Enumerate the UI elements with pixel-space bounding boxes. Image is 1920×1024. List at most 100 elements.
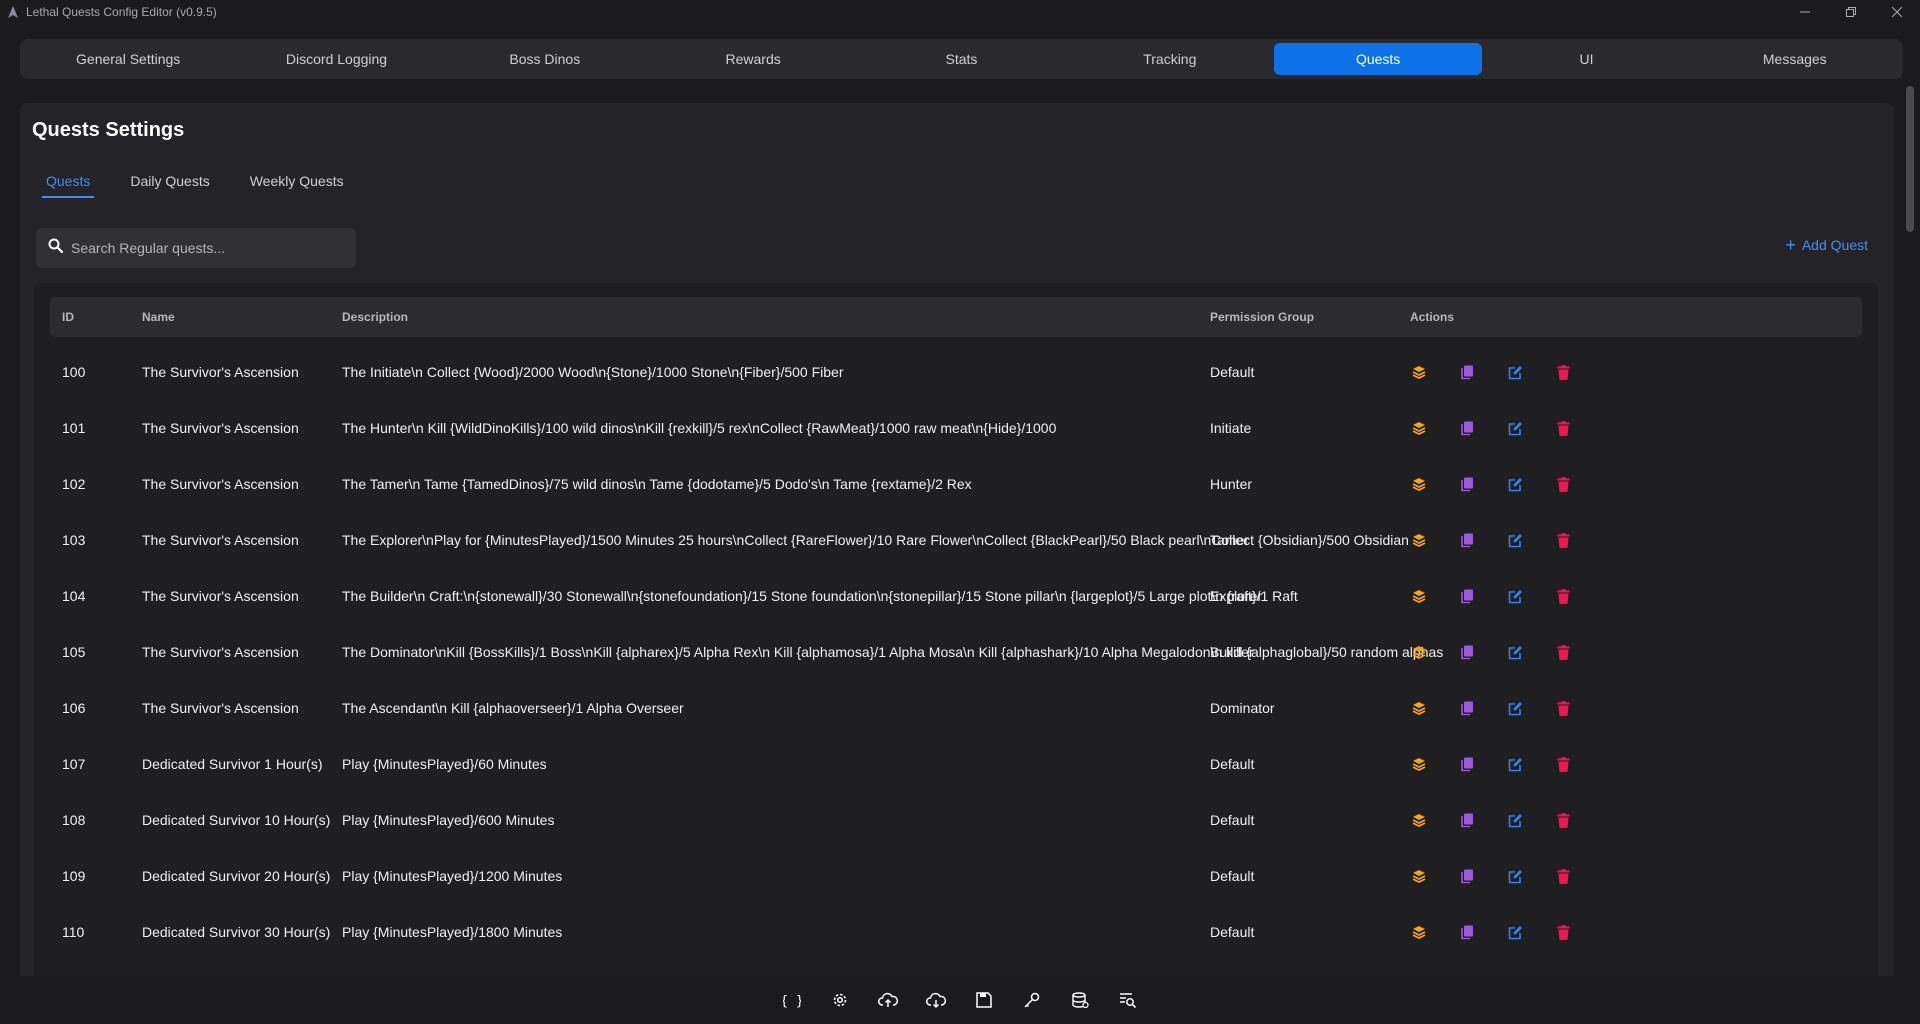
minimize-icon[interactable]	[1782, 0, 1828, 24]
edit-icon[interactable]	[1506, 867, 1524, 885]
copy-icon[interactable]	[1458, 867, 1476, 885]
edit-icon[interactable]	[1506, 755, 1524, 773]
cloud-upload-icon[interactable]	[873, 985, 903, 1015]
table-row[interactable]: 103 The Survivor's Ascension The Explorer\…	[50, 512, 1862, 568]
table-row[interactable]: 110 Dedicated Survivor 30 Hour(s) Play {Mi…	[50, 904, 1862, 960]
save-icon[interactable]	[969, 985, 999, 1015]
copy-icon[interactable]	[1458, 923, 1476, 941]
table-row[interactable]: 104 The Survivor's Ascension The Builder\n…	[50, 568, 1862, 624]
header-name[interactable]: Name	[142, 310, 175, 324]
tab-boss-dinos[interactable]: Boss Dinos	[441, 43, 649, 75]
sub-tabs: Quests Daily Quests Weekly Quests	[42, 169, 380, 198]
tab-rewards[interactable]: Rewards	[649, 43, 857, 75]
edit-icon[interactable]	[1506, 699, 1524, 717]
copy-icon[interactable]	[1458, 531, 1476, 549]
table-row[interactable]: 105 The Survivor's Ascension The Dominator…	[50, 624, 1862, 680]
row-actions	[1410, 400, 1630, 456]
stack-icon[interactable]	[1410, 643, 1428, 661]
close-icon[interactable]	[1874, 0, 1920, 24]
table-row[interactable]: 106 The Survivor's Ascension The Ascendant…	[50, 680, 1862, 736]
stack-icon[interactable]	[1410, 419, 1428, 437]
stack-icon[interactable]	[1410, 587, 1428, 605]
cloud-download-icon[interactable]	[921, 985, 951, 1015]
scrollbar-thumb[interactable]	[1906, 86, 1914, 232]
copy-icon[interactable]	[1458, 363, 1476, 381]
delete-icon[interactable]	[1554, 755, 1572, 773]
delete-icon[interactable]	[1554, 531, 1572, 549]
table-row[interactable]: 108 Dedicated Survivor 10 Hour(s) Play {Mi…	[50, 792, 1862, 848]
edit-icon[interactable]	[1506, 923, 1524, 941]
table-row[interactable]: 102 The Survivor's Ascension The Tamer\n T…	[50, 456, 1862, 512]
search-input[interactable]	[71, 240, 331, 256]
page-scrollbar[interactable]	[1906, 86, 1914, 974]
header-id[interactable]: ID	[62, 310, 74, 324]
copy-icon[interactable]	[1458, 643, 1476, 661]
edit-icon[interactable]	[1506, 811, 1524, 829]
gear-icon[interactable]	[825, 985, 855, 1015]
header-permission-group[interactable]: Permission Group	[1210, 310, 1314, 324]
tab-discord-logging[interactable]: Discord Logging	[232, 43, 440, 75]
app-logo-icon	[6, 5, 20, 19]
stack-icon[interactable]	[1410, 531, 1428, 549]
tab-tracking[interactable]: Tracking	[1066, 43, 1274, 75]
delete-icon[interactable]	[1554, 475, 1572, 493]
search-icon	[48, 238, 64, 258]
key-icon[interactable]	[1017, 985, 1047, 1015]
copy-icon[interactable]	[1458, 699, 1476, 717]
header-description[interactable]: Description	[342, 310, 408, 324]
table-row[interactable]: Dedicated Survivor 40	[50, 960, 1862, 976]
subtab-weekly-quests[interactable]: Weekly Quests	[246, 169, 348, 198]
table-row[interactable]: 100 The Survivor's Ascension The Initiate\…	[50, 344, 1862, 400]
tab-quests[interactable]: Quests	[1273, 43, 1483, 75]
delete-icon[interactable]	[1554, 363, 1572, 381]
database-icon[interactable]	[1065, 985, 1095, 1015]
delete-icon[interactable]	[1554, 419, 1572, 437]
table-row[interactable]: 109 Dedicated Survivor 20 Hour(s) Play {Mi…	[50, 848, 1862, 904]
quest-permission-group: Default	[1210, 756, 1255, 772]
json-braces-icon[interactable]: { }	[777, 985, 807, 1015]
add-quest-button[interactable]: + Add Quest	[1785, 235, 1868, 255]
subtab-quests[interactable]: Quests	[42, 169, 95, 198]
delete-icon[interactable]	[1554, 587, 1572, 605]
tab-ui[interactable]: UI	[1482, 43, 1690, 75]
delete-icon[interactable]	[1554, 699, 1572, 717]
copy-icon[interactable]	[1458, 475, 1476, 493]
delete-icon[interactable]	[1554, 867, 1572, 885]
edit-icon[interactable]	[1506, 587, 1524, 605]
quest-name: The Survivor's Ascension	[142, 588, 299, 604]
main-nav-tabs: General Settings Discord Logging Boss Di…	[20, 39, 1903, 79]
tab-general-settings[interactable]: General Settings	[24, 43, 232, 75]
edit-icon[interactable]	[1506, 419, 1524, 437]
copy-icon[interactable]	[1458, 811, 1476, 829]
delete-icon[interactable]	[1554, 923, 1572, 941]
stack-icon[interactable]	[1410, 867, 1428, 885]
stack-icon[interactable]	[1410, 475, 1428, 493]
table-row[interactable]: 107 Dedicated Survivor 1 Hour(s) Play {Min…	[50, 736, 1862, 792]
table-row[interactable]: 101 The Survivor's Ascension The Hunter\n …	[50, 400, 1862, 456]
delete-icon[interactable]	[1554, 811, 1572, 829]
tab-stats[interactable]: Stats	[857, 43, 1065, 75]
copy-icon[interactable]	[1458, 587, 1476, 605]
restore-icon[interactable]	[1828, 0, 1874, 24]
stack-icon[interactable]	[1410, 699, 1428, 717]
edit-icon[interactable]	[1506, 531, 1524, 549]
delete-icon[interactable]	[1554, 643, 1572, 661]
copy-icon[interactable]	[1458, 419, 1476, 437]
quest-permission-group: Default	[1210, 924, 1255, 940]
copy-icon[interactable]	[1458, 755, 1476, 773]
stack-icon[interactable]	[1410, 755, 1428, 773]
subtab-daily-quests[interactable]: Daily Quests	[126, 169, 213, 198]
edit-icon[interactable]	[1506, 643, 1524, 661]
title-bar: Lethal Quests Config Editor (v0.9.5)	[0, 0, 1920, 24]
edit-icon[interactable]	[1506, 475, 1524, 493]
tab-messages[interactable]: Messages	[1691, 43, 1899, 75]
search-list-icon[interactable]	[1113, 985, 1143, 1015]
plus-icon: +	[1785, 235, 1796, 255]
row-actions	[1410, 680, 1630, 736]
quest-permission-group: Tamer	[1210, 532, 1249, 548]
edit-icon[interactable]	[1506, 363, 1524, 381]
stack-icon[interactable]	[1410, 811, 1428, 829]
stack-icon[interactable]	[1410, 363, 1428, 381]
table-header: ID Name Description Permission Group Act…	[50, 297, 1862, 337]
stack-icon[interactable]	[1410, 923, 1428, 941]
